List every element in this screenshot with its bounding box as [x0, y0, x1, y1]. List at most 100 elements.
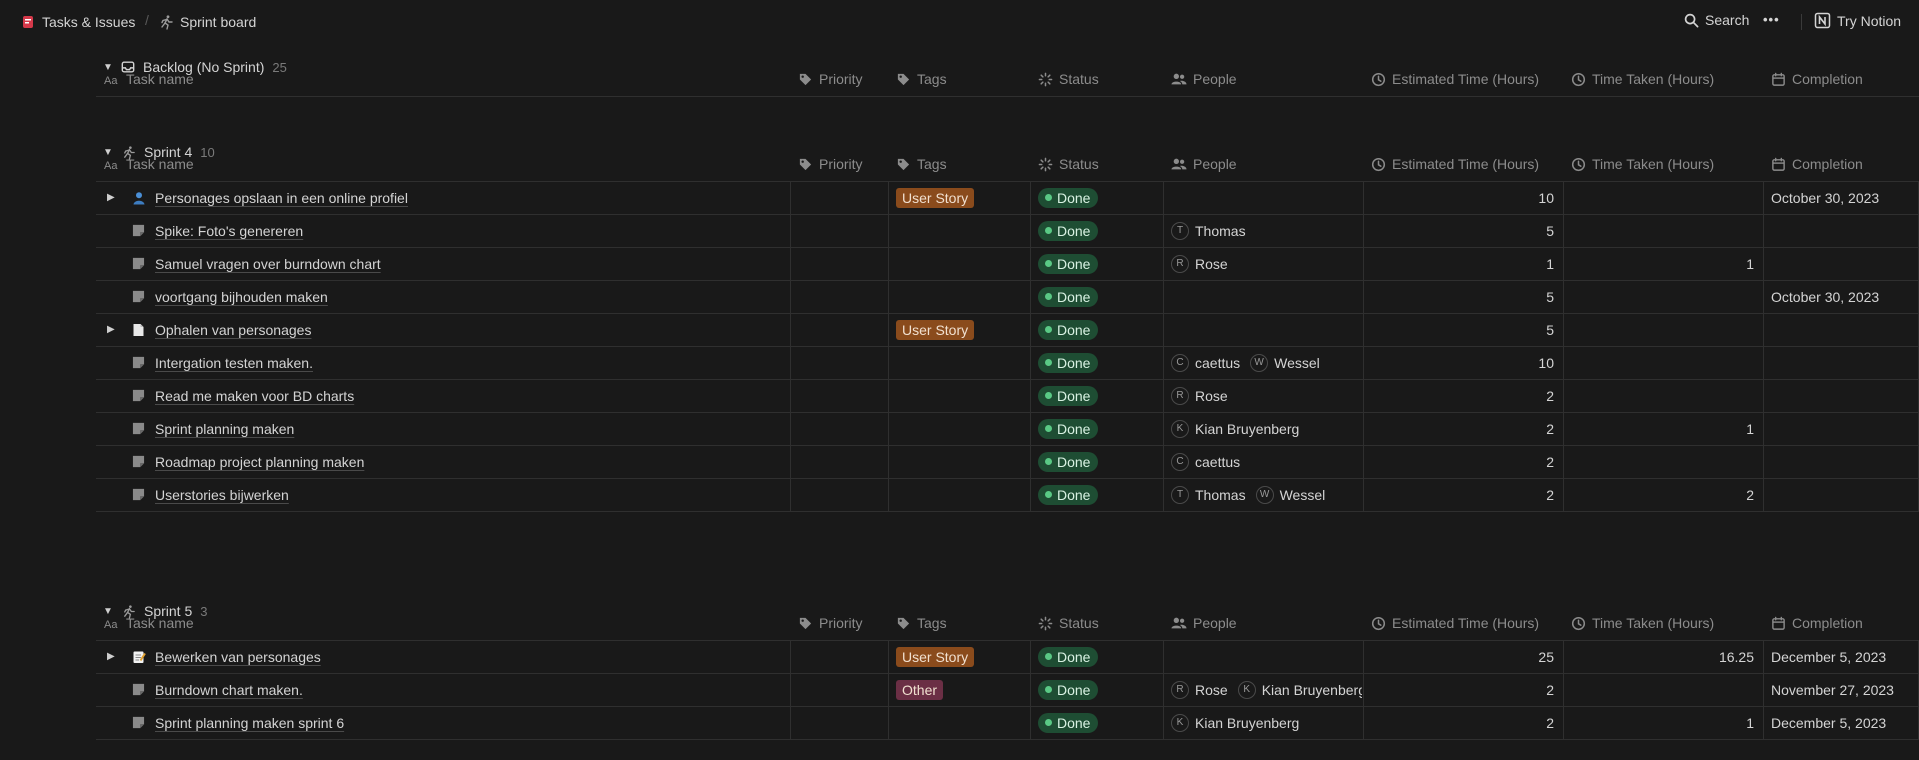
time-taken-cell[interactable]: 16.25: [1563, 640, 1754, 673]
estimated-time-cell[interactable]: 2: [1363, 412, 1554, 445]
time-taken-cell[interactable]: 1: [1563, 706, 1754, 739]
tags-cell[interactable]: [896, 214, 1026, 247]
priority-cell[interactable]: [790, 673, 888, 706]
priority-cell[interactable]: [790, 181, 888, 214]
status-cell[interactable]: Done: [1038, 379, 1158, 412]
people-cell[interactable]: R Rose: [1171, 247, 1362, 280]
completion-cell[interactable]: [1771, 346, 1917, 379]
completion-cell[interactable]: [1771, 478, 1917, 511]
estimated-time-cell[interactable]: 1: [1363, 247, 1554, 280]
task-name[interactable]: Ophalen van personages: [155, 322, 311, 338]
tags-cell[interactable]: Other: [896, 673, 1026, 706]
time-taken-cell[interactable]: [1563, 445, 1754, 478]
people-cell[interactable]: T Thomas: [1171, 214, 1362, 247]
estimated-time-cell[interactable]: 5: [1363, 280, 1554, 313]
task-name[interactable]: Samuel vragen over burndown chart: [155, 256, 381, 272]
completion-cell[interactable]: [1771, 214, 1917, 247]
try-notion-button[interactable]: Try Notion: [1814, 12, 1901, 29]
task-name[interactable]: Bewerken van personages: [155, 649, 321, 665]
table-row[interactable]: Roadmap project planning maken Done Ccaett…: [96, 445, 1919, 479]
priority-cell[interactable]: [790, 412, 888, 445]
priority-cell[interactable]: [790, 640, 888, 673]
task-name-cell[interactable]: Sprint planning maken: [155, 412, 785, 445]
tags-cell[interactable]: [896, 478, 1026, 511]
people-cell[interactable]: [1171, 640, 1362, 673]
task-name-cell[interactable]: Samuel vragen over burndown chart: [155, 247, 785, 280]
completion-cell[interactable]: [1771, 445, 1917, 478]
tags-cell[interactable]: [896, 445, 1026, 478]
people-cell[interactable]: Ccaettus W Wessel: [1171, 346, 1362, 379]
table-row[interactable]: ▶ Personages opslaan in een online profie…: [96, 181, 1919, 215]
task-name[interactable]: voortgang bijhouden maken: [155, 289, 328, 305]
column-header-task[interactable]: Aa Task name: [104, 62, 786, 96]
column-header-completion[interactable]: Completion: [1771, 147, 1915, 181]
priority-cell[interactable]: [790, 445, 888, 478]
task-name[interactable]: Spike: Foto's genereren: [155, 223, 303, 239]
task-name-cell[interactable]: Userstories bijwerken: [155, 478, 785, 511]
time-taken-cell[interactable]: [1563, 379, 1754, 412]
completion-cell[interactable]: [1771, 247, 1917, 280]
column-header-estimated[interactable]: Estimated Time (Hours): [1371, 147, 1559, 181]
priority-cell[interactable]: [790, 706, 888, 739]
table-row[interactable]: Read me maken voor BD charts Done R Rose 2: [96, 379, 1919, 413]
table-row[interactable]: Userstories bijwerken Done T Thomas W Wessel 2…: [96, 478, 1919, 512]
completion-cell[interactable]: [1771, 379, 1917, 412]
estimated-time-cell[interactable]: 2: [1363, 706, 1554, 739]
time-taken-cell[interactable]: [1563, 214, 1754, 247]
column-header-people[interactable]: People: [1171, 606, 1359, 640]
status-cell[interactable]: Done: [1038, 412, 1158, 445]
status-cell[interactable]: Done: [1038, 313, 1158, 346]
time-taken-cell[interactable]: [1563, 346, 1754, 379]
priority-cell[interactable]: [790, 478, 888, 511]
status-cell[interactable]: Done: [1038, 445, 1158, 478]
people-cell[interactable]: [1171, 280, 1362, 313]
estimated-time-cell[interactable]: 25: [1363, 640, 1554, 673]
table-row[interactable]: Sprint planning maken Done K Kian Bruyenber…: [96, 412, 1919, 446]
completion-cell[interactable]: [1771, 313, 1917, 346]
expand-subitems-icon[interactable]: ▶: [107, 313, 115, 346]
task-name[interactable]: Burndown chart maken.: [155, 682, 303, 698]
time-taken-cell[interactable]: [1563, 280, 1754, 313]
tags-cell[interactable]: [896, 412, 1026, 445]
time-taken-cell[interactable]: 1: [1563, 247, 1754, 280]
task-name-cell[interactable]: Spike: Foto's genereren: [155, 214, 785, 247]
priority-cell[interactable]: [790, 379, 888, 412]
estimated-time-cell[interactable]: 10: [1363, 346, 1554, 379]
column-header-estimated[interactable]: Estimated Time (Hours): [1371, 62, 1559, 96]
expand-subitems-icon[interactable]: ▶: [107, 181, 115, 214]
estimated-time-cell[interactable]: 2: [1363, 445, 1554, 478]
tags-cell[interactable]: [896, 379, 1026, 412]
table-row[interactable]: voortgang bijhouden maken Done 5 October 30…: [96, 280, 1919, 314]
completion-cell[interactable]: November 27, 2023: [1771, 673, 1917, 706]
column-header-taken[interactable]: Time Taken (Hours): [1571, 606, 1759, 640]
time-taken-cell[interactable]: 2: [1563, 478, 1754, 511]
column-header-people[interactable]: People: [1171, 62, 1359, 96]
people-cell[interactable]: T Thomas W Wessel: [1171, 478, 1362, 511]
people-cell[interactable]: K Kian Bruyenberg: [1171, 706, 1362, 739]
task-name[interactable]: Sprint planning maken sprint 6: [155, 715, 344, 731]
table-row[interactable]: Burndown chart maken. Other Done R Rose K Kian…: [96, 673, 1919, 707]
column-header-priority[interactable]: Priority: [798, 606, 884, 640]
column-header-status[interactable]: Status: [1038, 62, 1159, 96]
priority-cell[interactable]: [790, 214, 888, 247]
table-row[interactable]: Sprint planning maken sprint 6 Done K Kian …: [96, 706, 1919, 740]
completion-cell[interactable]: October 30, 2023: [1771, 280, 1917, 313]
column-header-priority[interactable]: Priority: [798, 147, 884, 181]
more-options-button[interactable]: •••: [1763, 12, 1780, 27]
tags-cell[interactable]: User Story: [896, 313, 1026, 346]
task-name-cell[interactable]: Intergation testen maken.: [155, 346, 785, 379]
column-header-task[interactable]: Aa Task name: [104, 147, 786, 181]
task-name-cell[interactable]: Roadmap project planning maken: [155, 445, 785, 478]
people-cell[interactable]: K Kian Bruyenberg: [1171, 412, 1362, 445]
table-row[interactable]: Spike: Foto's genereren Done T Thomas 5: [96, 214, 1919, 248]
people-cell[interactable]: R Rose K Kian Bruyenberg: [1171, 673, 1362, 706]
time-taken-cell[interactable]: 1: [1563, 412, 1754, 445]
status-cell[interactable]: Done: [1038, 673, 1158, 706]
priority-cell[interactable]: [790, 346, 888, 379]
estimated-time-cell[interactable]: 2: [1363, 673, 1554, 706]
status-cell[interactable]: Done: [1038, 280, 1158, 313]
column-header-completion[interactable]: Completion: [1771, 62, 1915, 96]
status-cell[interactable]: Done: [1038, 478, 1158, 511]
column-header-tags[interactable]: Tags: [896, 606, 1026, 640]
table-row[interactable]: ▶ Ophalen van personages User Story Done 5: [96, 313, 1919, 347]
